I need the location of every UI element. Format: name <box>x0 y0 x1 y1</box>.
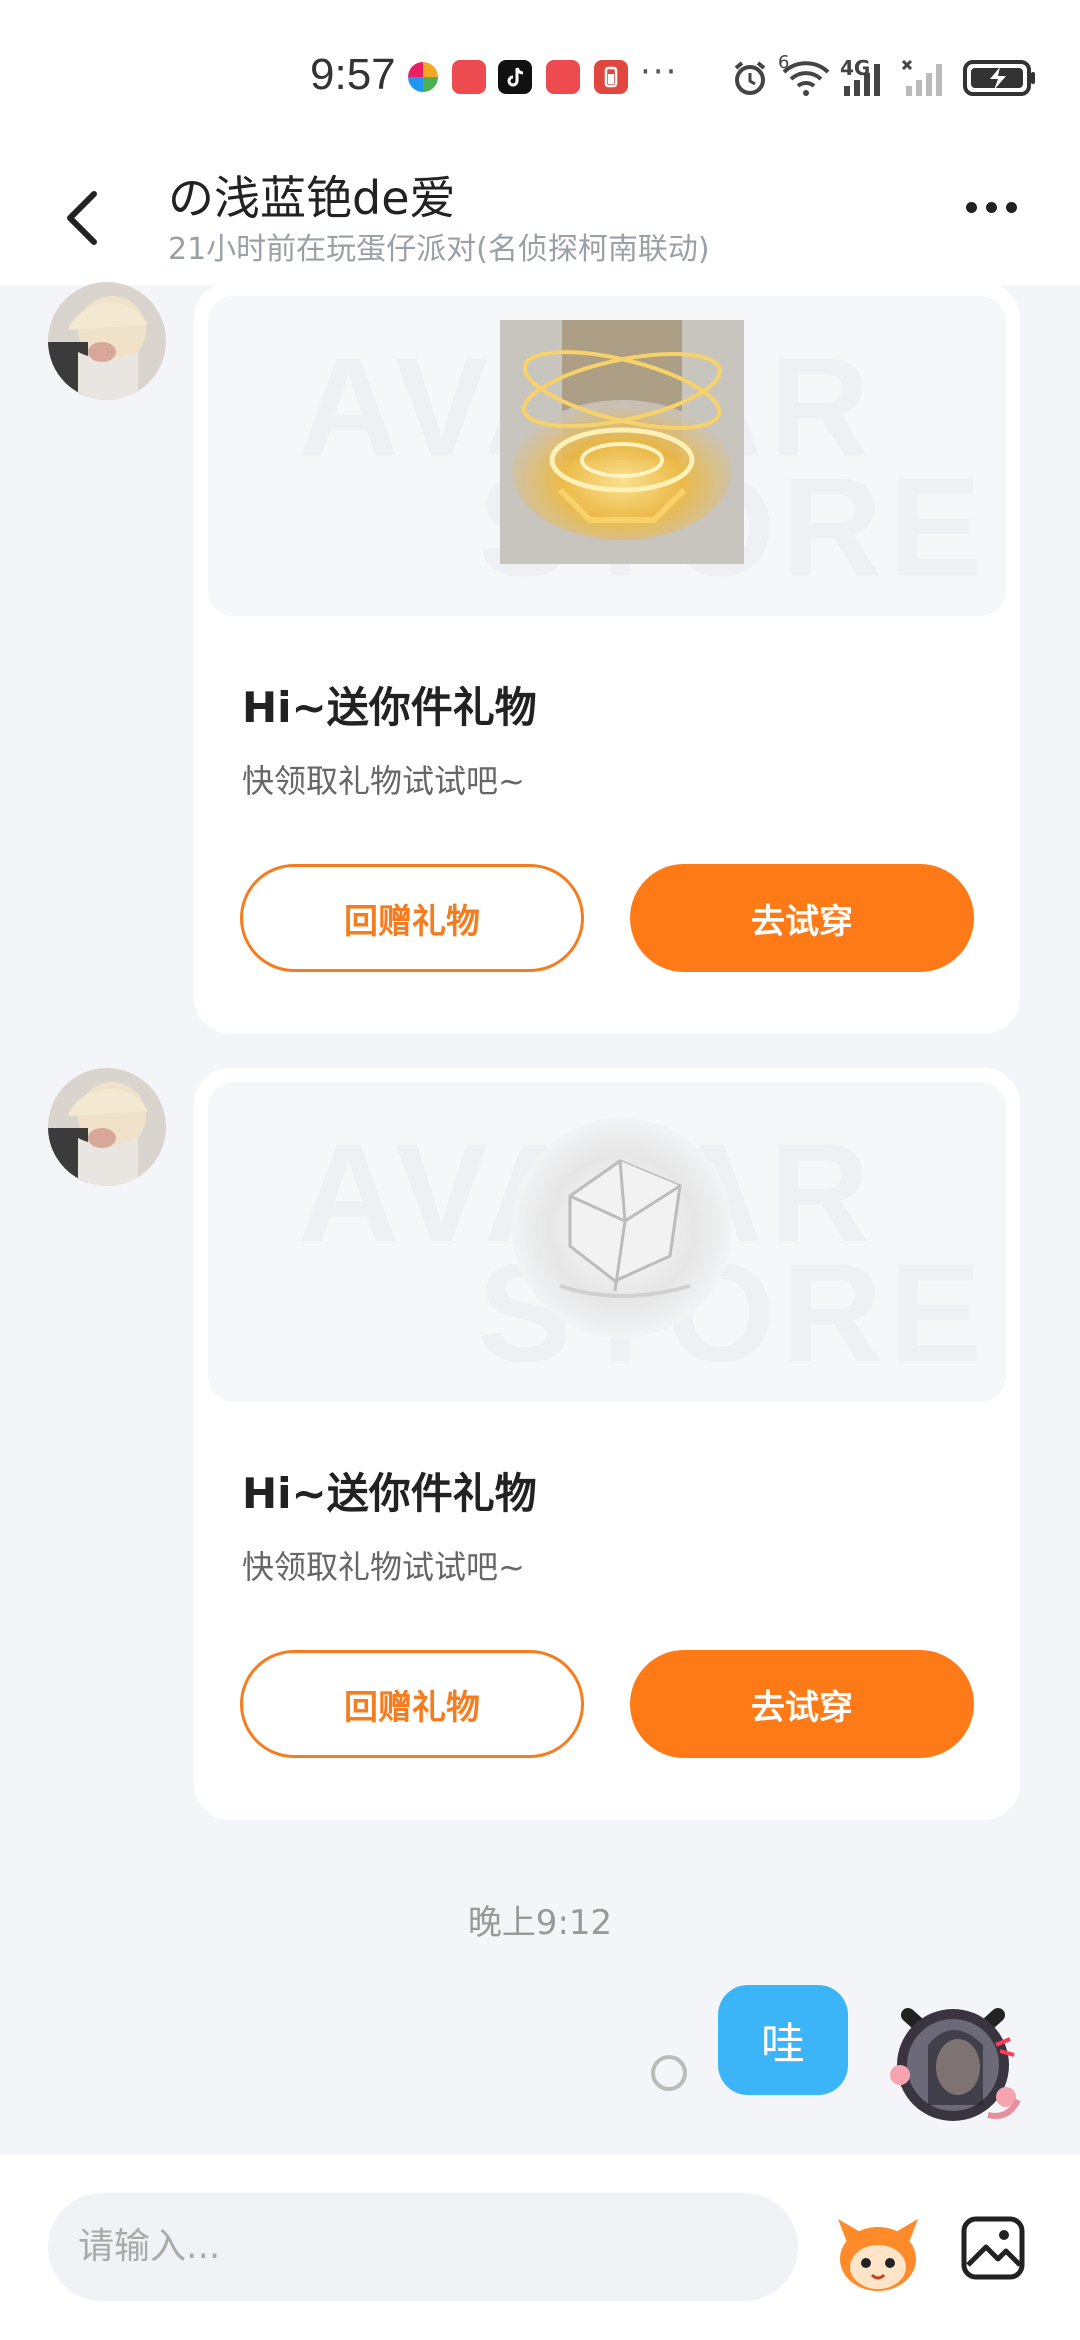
return-gift-button[interactable]: 回赠礼物 <box>240 1650 584 1758</box>
message-timestamp: 晚上9:12 <box>467 1903 613 1943</box>
input-bar: 请输入... <box>0 2155 1080 2340</box>
gift-subtitle: 快领取礼物试试吧~ <box>242 1548 525 1586</box>
status-bar: 9:57 ··· 6 4G <box>0 0 1080 150</box>
gift-preview[interactable]: AVATAR STORE <box>208 1082 1006 1402</box>
more-options-button[interactable] <box>966 198 1026 238</box>
try-on-button[interactable]: 去试穿 <box>630 1650 974 1758</box>
huawei-icon <box>452 60 486 94</box>
gift-subtitle: 快领取礼物试试吧~ <box>242 762 525 800</box>
emoji-mascot-icon[interactable] <box>832 2205 924 2297</box>
image-picker-icon[interactable] <box>960 2215 1026 2281</box>
my-avatar[interactable] <box>878 1985 1028 2135</box>
message-input[interactable]: 请输入... <box>48 2193 798 2301</box>
chat-header: の浅蓝铯de爱 21小时前在玩蛋仔派对(名侦探柯南联动) <box>0 150 1080 285</box>
battery-charging-icon <box>963 60 1035 96</box>
signal-icon <box>901 59 942 96</box>
return-gift-button[interactable]: 回赠礼物 <box>240 864 584 972</box>
huawei-icon <box>546 60 580 94</box>
tiktok-icon <box>498 60 532 94</box>
gift-card: AVATAR STORE Hi~送你件礼物 快领取礼物试试吧~ 回赠礼物 去试穿 <box>194 282 1020 1034</box>
friend-avatar[interactable] <box>48 282 166 400</box>
contact-status: 21小时前在玩蛋仔派对(名侦探柯南联动) <box>168 232 710 267</box>
gift-preview[interactable]: AVATAR STORE <box>208 296 1006 616</box>
alarm-icon <box>734 61 766 95</box>
back-arrow-icon[interactable] <box>60 188 104 248</box>
gift-title: Hi~送你件礼物 <box>242 683 537 732</box>
battery-app-icon <box>594 60 628 94</box>
friend-avatar[interactable] <box>48 1068 166 1186</box>
status-time: 9:57 <box>310 50 396 99</box>
message-status-icon <box>651 2055 687 2091</box>
try-on-button[interactable]: 去试穿 <box>630 864 974 972</box>
gift-card: AVATAR STORE Hi~送你件礼物 快领取礼物试试吧~ 回赠礼物 去试穿 <box>194 1068 1020 1820</box>
my-message-bubble[interactable]: 哇 <box>718 1985 848 2095</box>
gift-title: Hi~送你件礼物 <box>242 1469 537 1518</box>
gift-item-image <box>512 1118 732 1338</box>
contact-name: の浅蓝铯de爱 <box>168 171 456 225</box>
more-notifications-icon: ··· <box>640 52 679 92</box>
gift-item-image <box>500 320 744 564</box>
browser-icon <box>408 62 438 92</box>
wifi-badge: 6 <box>778 52 790 73</box>
signal-4g-icon <box>844 64 880 96</box>
